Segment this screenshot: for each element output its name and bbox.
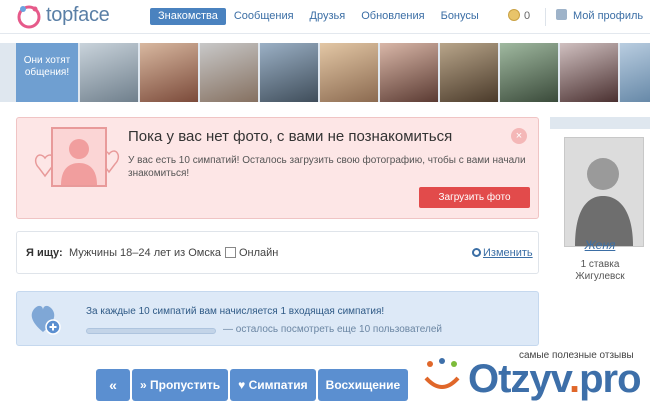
filter-value: Мужчины 18–24 лет из Омска (69, 247, 222, 259)
user-thumb[interactable] (380, 43, 438, 102)
progress-text: — осталось посмотреть еще 10 пользовател… (223, 324, 442, 335)
page: topface Знакомства Сообщения Друзья Обно… (0, 0, 650, 401)
top-header: topface Знакомства Сообщения Друзья Обно… (0, 0, 650, 34)
watermark-brand: Otzyv.pro (468, 357, 642, 401)
featured-user-city: Жигулевск (575, 271, 625, 282)
close-icon[interactable]: × (511, 128, 527, 144)
avatar-placeholder[interactable] (51, 127, 107, 187)
strip-label: Они хотят общения! (16, 43, 78, 102)
brand-tld: pro (579, 357, 641, 401)
user-thumb[interactable] (560, 43, 618, 102)
online-checkbox[interactable] (225, 247, 236, 258)
nav-messages[interactable]: Сообщения (226, 8, 302, 25)
my-profile-link[interactable]: Мой профиль (556, 9, 643, 22)
user-thumb[interactable] (440, 43, 498, 102)
skip-button[interactable]: » Пропустить (132, 369, 229, 401)
nav-bonuses[interactable]: Бонусы (433, 8, 487, 25)
change-label: Изменить (483, 247, 533, 259)
user-thumb[interactable] (80, 43, 138, 102)
sympathy-text: За каждые 10 симпатий вам начисляется 1 … (86, 306, 385, 317)
brand-main: Otzyv (468, 357, 570, 401)
user-thumb[interactable] (140, 43, 198, 102)
action-bar: « » Пропустить ♥ Симпатия Восхищение (96, 369, 409, 401)
user-thumb[interactable] (320, 43, 378, 102)
online-label[interactable]: Онлайн (239, 247, 278, 259)
featured-user-name[interactable]: Женя (550, 238, 650, 252)
coins-counter[interactable]: 0 (508, 9, 530, 22)
admire-button[interactable]: Восхищение (317, 369, 409, 401)
promo-text: У вас есть 10 симпатий! Осталось загрузи… (128, 155, 526, 179)
nav-dating[interactable]: Знакомства (150, 8, 226, 25)
topface-logo-icon[interactable] (16, 4, 42, 30)
main-nav: Знакомства Сообщения Друзья Обновления Б… (150, 8, 487, 26)
search-filter: Я ищу: Мужчины 18–24 лет из Омска Онлайн… (16, 231, 539, 274)
coins-icon (508, 9, 520, 21)
promo-title: Пока у вас нет фото, с вами не познакоми… (128, 128, 453, 145)
user-thumb[interactable] (200, 43, 258, 102)
change-filter-link[interactable]: Изменить (472, 247, 533, 259)
user-thumbnails (80, 43, 650, 102)
coins-value: 0 (524, 10, 531, 22)
sympathy-progress-bar (86, 328, 216, 334)
sympathy-progress-card: За каждые 10 симпатий вам начисляется 1 … (16, 291, 539, 346)
brand-dot: . (568, 357, 580, 401)
user-icon (556, 9, 567, 20)
filter-label: Я ищу: (26, 247, 63, 259)
nav-updates[interactable]: Обновления (353, 8, 432, 25)
user-thumb[interactable] (500, 43, 558, 102)
nav-friends[interactable]: Друзья (302, 8, 354, 25)
upload-photo-button[interactable]: Загрузить фото (419, 187, 530, 208)
header-divider (545, 8, 546, 26)
my-profile-label: Мой профиль (573, 10, 644, 22)
featured-user-bid: 1 ставка (580, 259, 620, 270)
person-silhouette-icon (61, 139, 97, 185)
otzyv-logo-icon (424, 358, 460, 389)
right-panel-header (550, 117, 650, 129)
featured-user-photo[interactable] (564, 137, 644, 247)
heart-plus-icon (31, 305, 61, 335)
user-thumb[interactable] (260, 43, 318, 102)
avatar (565, 138, 643, 246)
back-button[interactable]: « (96, 369, 130, 401)
user-thumb[interactable] (620, 43, 650, 102)
search-icon (472, 248, 481, 257)
logo-text[interactable]: topface (46, 4, 110, 27)
no-photo-promo: Пока у вас нет фото, с вами не познакоми… (16, 117, 539, 219)
like-button[interactable]: ♥ Симпатия (230, 369, 316, 401)
